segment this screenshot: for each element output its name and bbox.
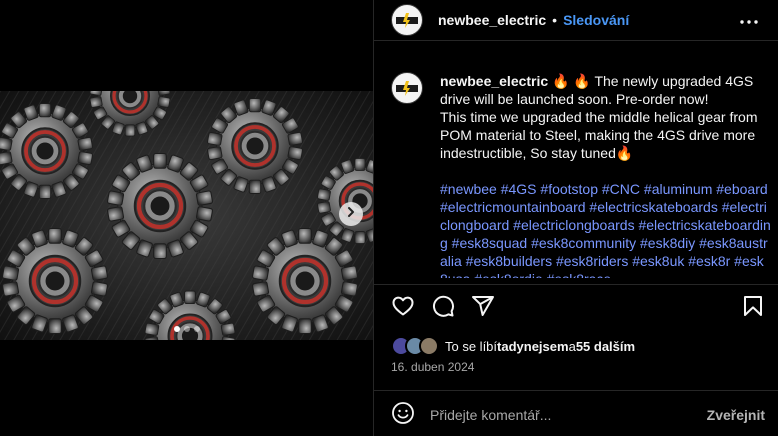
more-options-button[interactable]: [738, 10, 760, 30]
more-icon: [740, 11, 758, 29]
caption-text: newbee_electric 🔥 🔥 The newly upgraded 4…: [440, 72, 771, 278]
divider: [374, 40, 778, 41]
hashtags[interactable]: #newbee #4GS #footstop #CNC #aluminum #e…: [440, 180, 771, 278]
bookmark-icon: [741, 294, 765, 323]
comment-icon: [431, 294, 455, 323]
post-date[interactable]: 16. duben 2024: [391, 360, 474, 374]
share-icon: [471, 294, 495, 323]
carousel-next-button[interactable]: [339, 202, 363, 226]
likes-others-link[interactable]: 55 dalším: [576, 339, 635, 354]
caption-text-line2: This time we upgraded the middle helical…: [440, 109, 758, 161]
media-pane: [0, 0, 373, 436]
comment-button[interactable]: [431, 294, 455, 323]
likes-summary: To se líbí tadynejsem a 55 dalším: [391, 336, 635, 356]
avatar: [419, 336, 439, 356]
avatar[interactable]: [391, 72, 423, 104]
share-button[interactable]: [471, 294, 495, 323]
likes-middle: a: [568, 338, 576, 354]
post-comment-button[interactable]: Zveřejnit: [707, 407, 765, 423]
avatar[interactable]: [391, 4, 423, 36]
heart-icon: [391, 294, 415, 323]
divider: [374, 284, 778, 285]
comment-box: Zveřejnit: [391, 401, 765, 429]
post-image-gears: [0, 91, 373, 340]
carousel-dot: [193, 326, 200, 332]
post-header: newbee_electric • Sledování: [374, 0, 778, 40]
action-bar: [391, 294, 765, 323]
chevron-right-icon: [345, 205, 357, 223]
like-button[interactable]: [391, 296, 415, 320]
likes-prefix: To se líbí: [445, 338, 498, 354]
following-button[interactable]: Sledování: [563, 12, 629, 28]
separator-dot: •: [552, 12, 558, 28]
emoji-icon: [391, 401, 415, 430]
carousel-dot: [173, 326, 180, 332]
carousel-dot: [183, 326, 190, 332]
post-details-panel: newbee_electric • Sledování newbee_elect…: [373, 0, 778, 436]
divider: [374, 390, 778, 391]
liker-username[interactable]: tadynejsem: [497, 339, 569, 354]
save-button[interactable]: [741, 294, 765, 323]
header-username[interactable]: newbee_electric: [438, 12, 546, 28]
emoji-button[interactable]: [391, 401, 415, 430]
liker-avatars[interactable]: [391, 336, 439, 356]
instagram-post-view: newbee_electric • Sledování newbee_elect…: [0, 0, 778, 436]
carousel-indicator: [0, 326, 373, 332]
caption-username[interactable]: newbee_electric: [440, 73, 548, 89]
post-caption: newbee_electric 🔥 🔥 The newly upgraded 4…: [391, 72, 771, 278]
comment-input[interactable]: [430, 407, 680, 423]
